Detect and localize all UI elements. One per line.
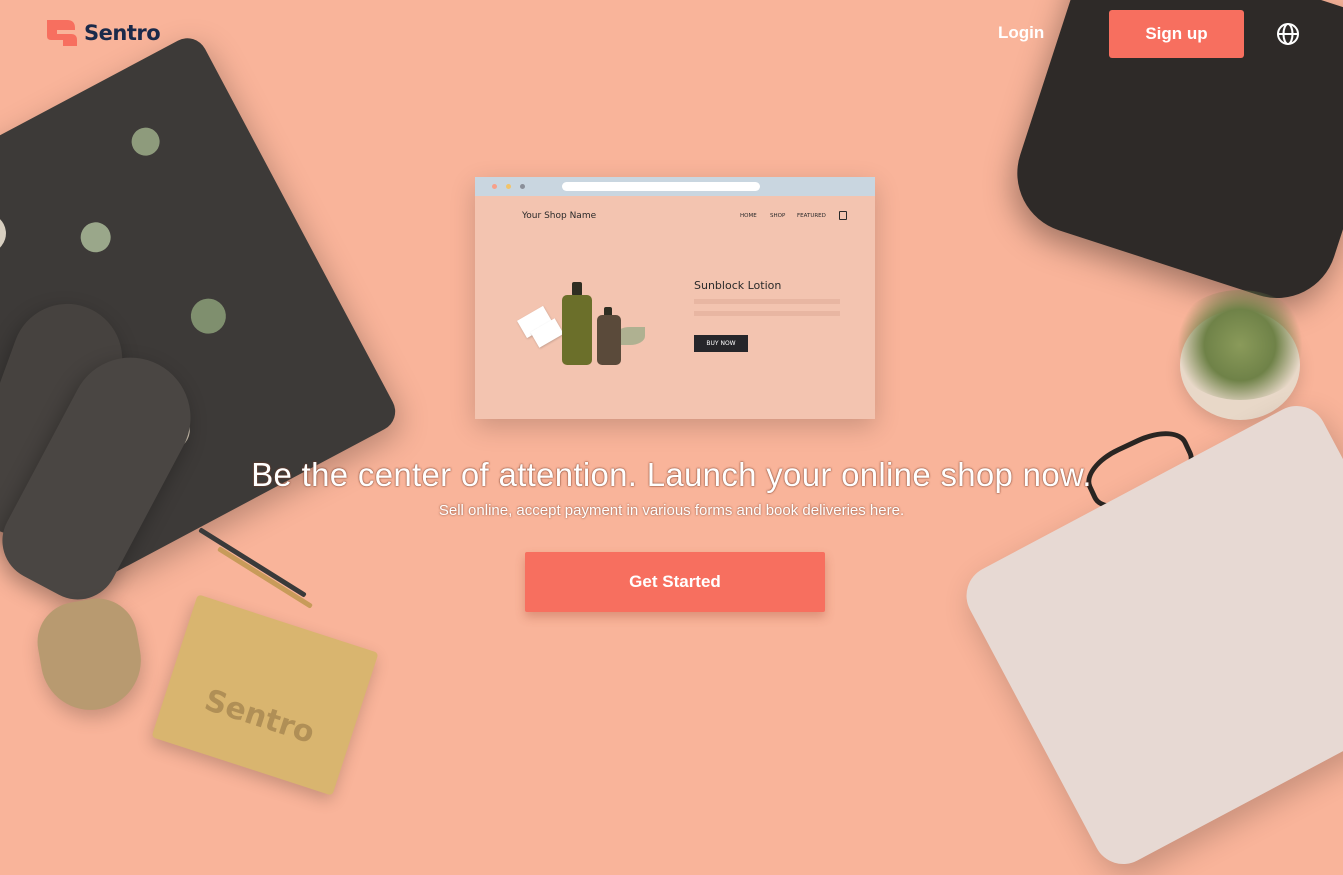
sentro-logo-icon [47,20,77,46]
globe-icon[interactable] [1276,22,1300,46]
mock-nav-home: HOME [740,213,757,219]
window-dot-icon [492,184,497,189]
window-dot-icon [520,184,525,189]
get-started-button[interactable]: Get Started [525,552,825,612]
window-dot-icon [506,184,511,189]
mock-nav-shop: SHOP [770,213,786,219]
mock-text-line [694,299,840,304]
brand-logo[interactable]: Sentro [45,18,161,48]
notebook-image: Sentro [151,594,379,796]
pencil-image [198,527,307,598]
address-bar [562,182,760,191]
mock-nav-featured: FEATURED [797,213,826,219]
mock-product-name: Sunblock Lotion [694,279,782,292]
login-link[interactable]: Login [998,23,1044,43]
brand-name: Sentro [84,21,161,45]
sign-up-button[interactable]: Sign up [1109,10,1244,58]
notebook-brand-text: Sentro [200,682,319,751]
mock-shop-name: Your Shop Name [522,211,597,221]
hero-headline: Be the center of attention. Launch your … [251,456,1092,493]
shopping-bag-icon [839,211,847,220]
browser-bar [475,177,875,196]
mock-buy-button: BUY NOW [694,335,748,352]
small-bottle-image [597,315,621,365]
bottle-cap [572,282,582,296]
mock-text-line [694,311,840,316]
lotion-bottle-image [562,295,592,365]
shop-preview-mockup: Your Shop Name HOME SHOP FEATURED Sunblo… [475,177,875,419]
pencil-image [217,546,313,609]
succulent-image [1170,290,1310,400]
hero-subline: Sell online, accept payment in various f… [438,502,905,519]
pen-cup-image [31,592,149,718]
